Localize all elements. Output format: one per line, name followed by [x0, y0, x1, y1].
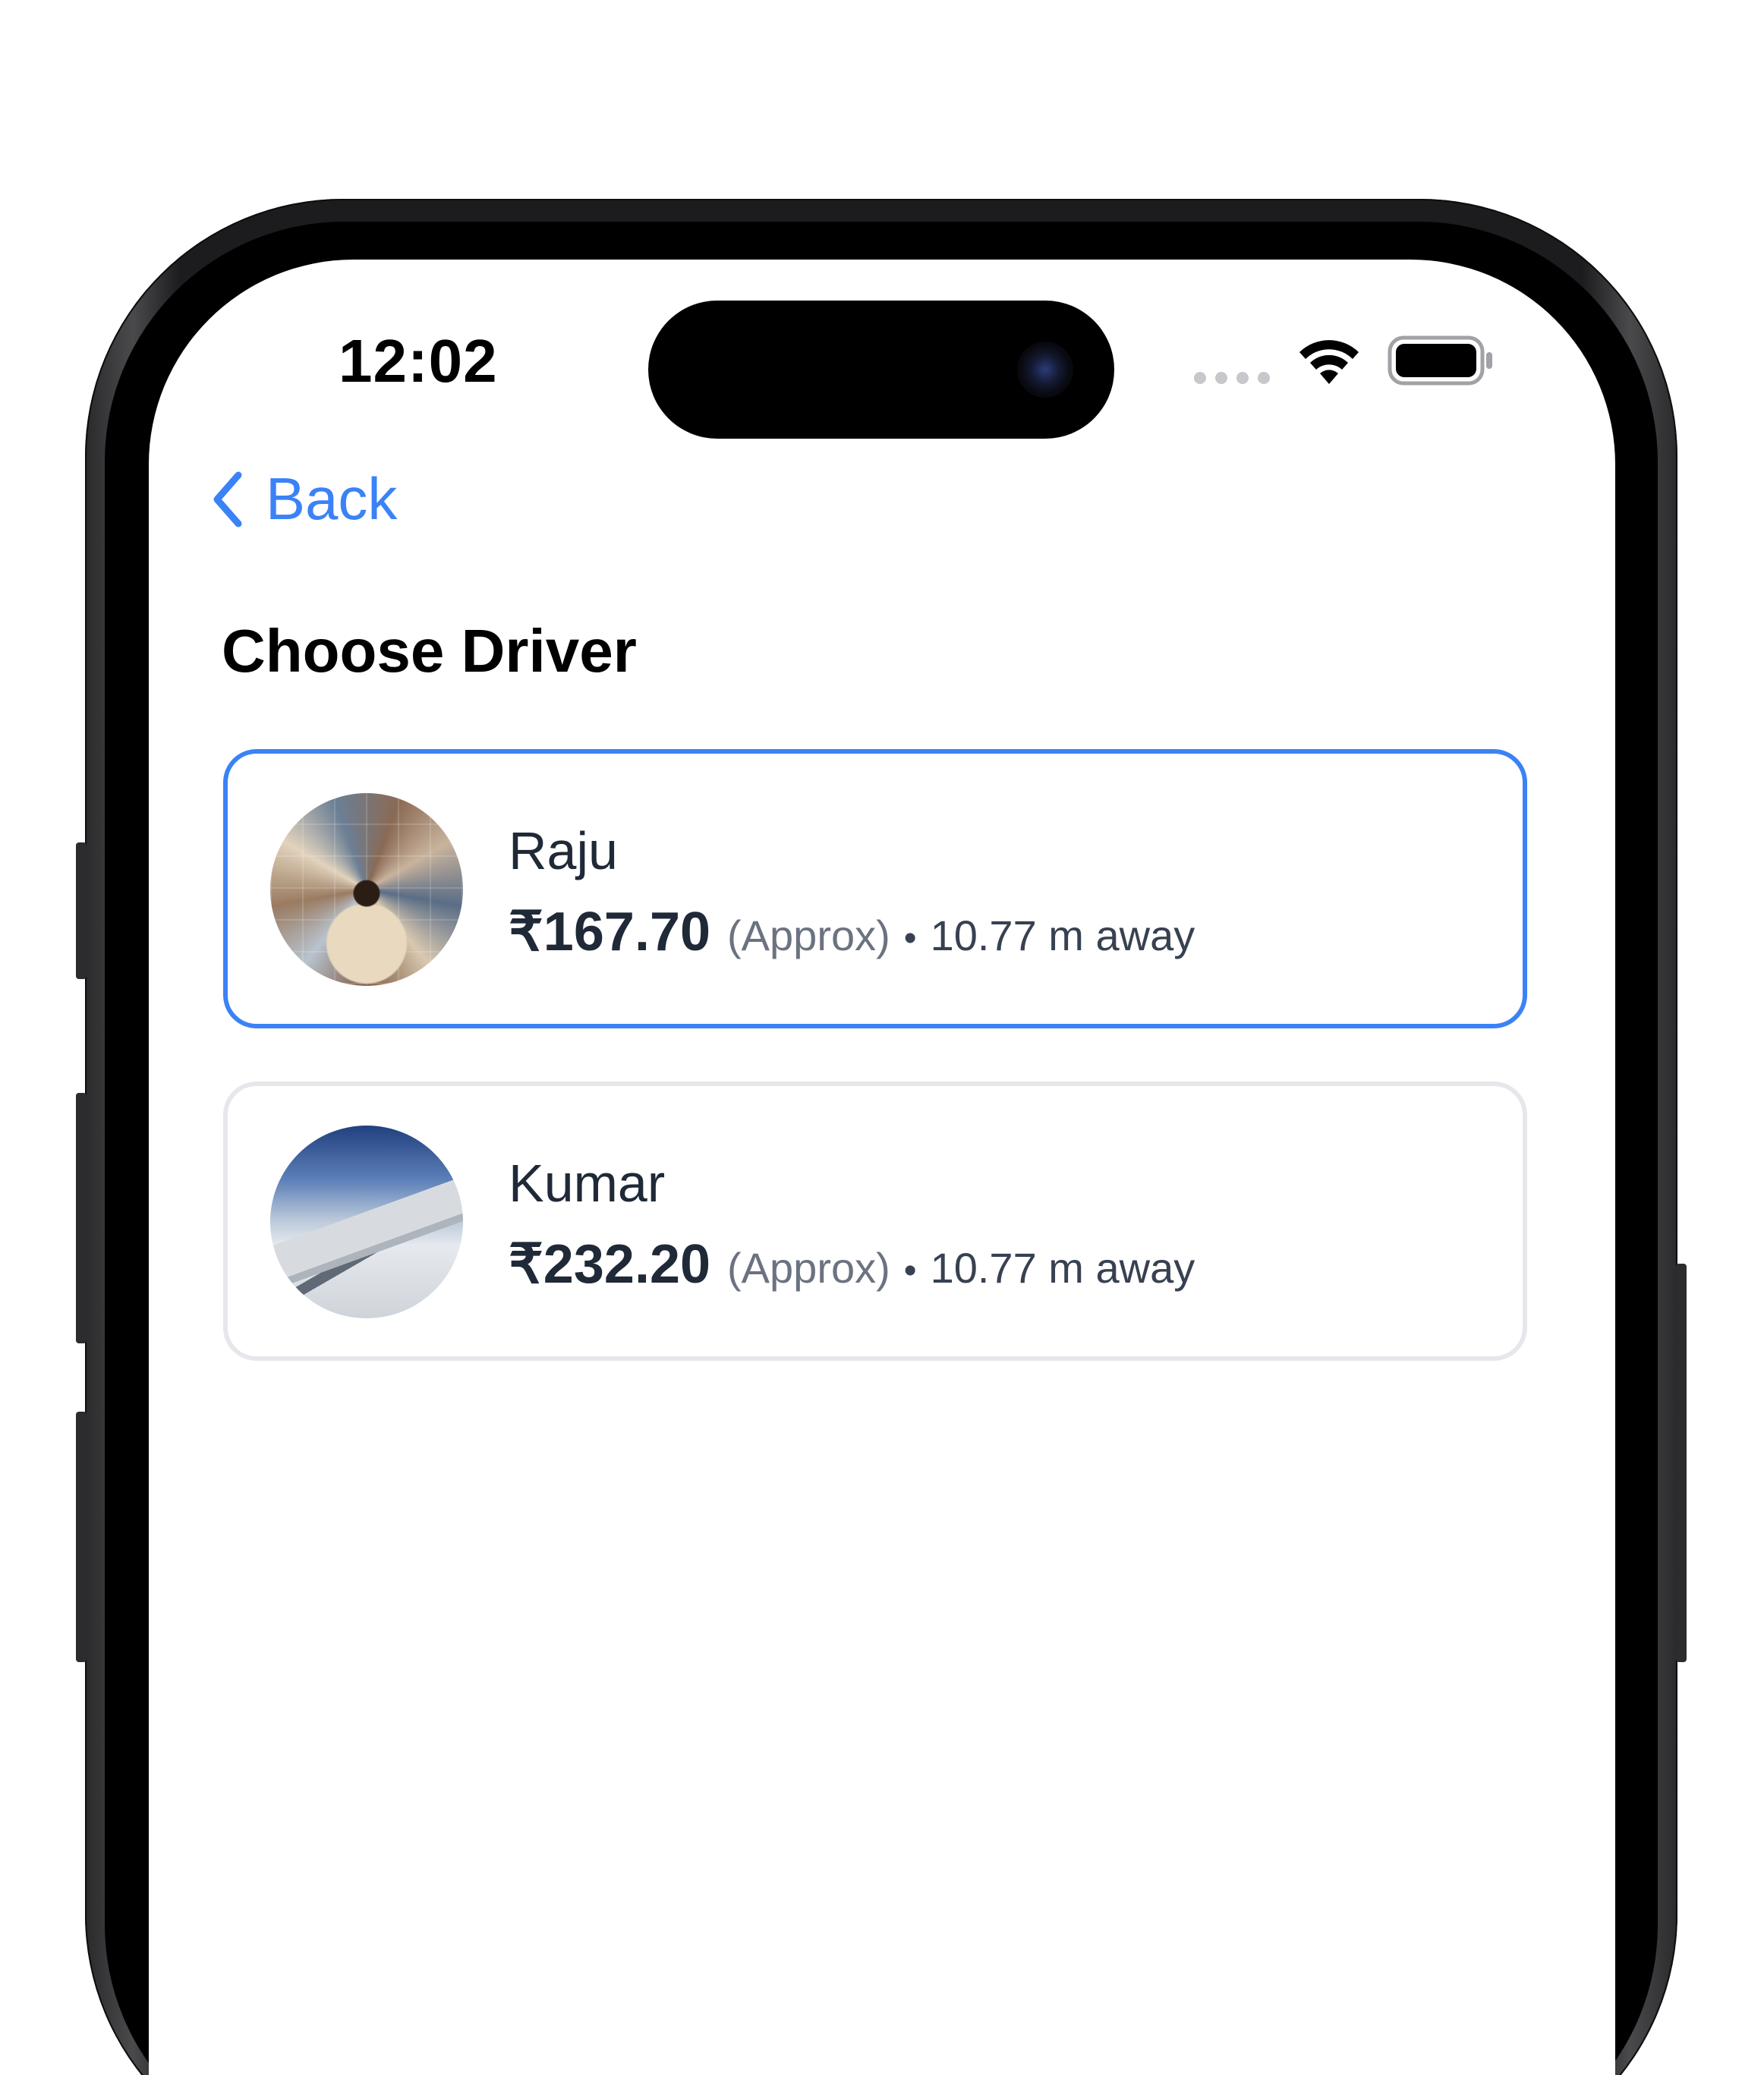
driver-avatar	[270, 793, 463, 986]
dynamic-island	[648, 301, 1114, 439]
driver-fare-info: ₹232.20 (Approx) • 10.77 m away	[509, 1232, 1195, 1296]
volume-up-button	[76, 1093, 87, 1343]
driver-distance: 10.77 m away	[930, 912, 1195, 959]
driver-price: ₹232.20	[509, 1234, 711, 1295]
separator-dot: •	[903, 918, 917, 959]
chevron-left-icon	[213, 471, 242, 527]
approx-label: (Approx)	[727, 912, 890, 959]
driver-name: Raju	[509, 821, 618, 880]
driver-avatar	[270, 1126, 463, 1318]
driver-price: ₹167.70	[509, 902, 711, 962]
separator-dot: •	[903, 1251, 917, 1291]
app-screen: 12:02 Back Choose Driver Raju ₹167.70 (A…	[149, 260, 1615, 2075]
action-button	[76, 842, 87, 979]
driver-card-raju[interactable]: Raju ₹167.70 (Approx) • 10.77 m away	[223, 749, 1527, 1028]
page-title: Choose Driver	[222, 617, 637, 685]
approx-label: (Approx)	[727, 1244, 890, 1292]
back-label: Back	[266, 465, 398, 532]
driver-name: Kumar	[509, 1154, 666, 1213]
back-button[interactable]: Back	[209, 464, 397, 534]
status-time: 12:02	[339, 327, 498, 395]
driver-card-kumar[interactable]: Kumar ₹232.20 (Approx) • 10.77 m away	[223, 1082, 1527, 1361]
driver-fare-info: ₹167.70 (Approx) • 10.77 m away	[509, 899, 1195, 963]
battery-icon	[1388, 335, 1492, 386]
cellular-signal-icon	[1194, 372, 1270, 384]
front-camera	[1017, 342, 1073, 398]
volume-down-button	[76, 1412, 87, 1662]
driver-distance: 10.77 m away	[930, 1244, 1195, 1292]
wifi-icon	[1299, 340, 1359, 384]
power-button	[1676, 1264, 1687, 1662]
